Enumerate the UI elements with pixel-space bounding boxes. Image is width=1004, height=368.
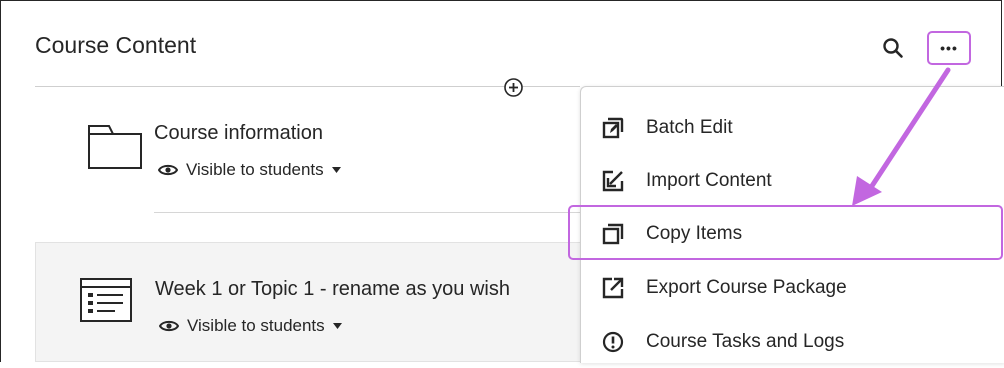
item-title[interactable]: Course information bbox=[154, 122, 323, 145]
more-options-menu: Batch Edit Import Content Copy Items Exp… bbox=[580, 86, 1004, 363]
more-options-button[interactable]: ••• bbox=[927, 31, 971, 65]
caret-down-icon bbox=[332, 323, 342, 329]
visibility-dropdown[interactable]: Visible to students bbox=[158, 160, 341, 180]
search-icon[interactable] bbox=[882, 37, 904, 59]
visibility-label: Visible to students bbox=[187, 316, 325, 335]
eye-icon bbox=[159, 320, 179, 332]
menu-item-import-content[interactable]: Import Content bbox=[581, 154, 1004, 207]
import-icon bbox=[602, 170, 624, 191]
alert-icon bbox=[602, 331, 624, 352]
batch-edit-icon bbox=[602, 117, 624, 138]
folder-icon bbox=[88, 125, 142, 169]
menu-item-label: Batch Edit bbox=[646, 116, 733, 138]
page-title: Course Content bbox=[35, 32, 197, 58]
export-icon bbox=[602, 277, 624, 298]
item-title[interactable]: Week 1 or Topic 1 - rename as you wish bbox=[155, 278, 510, 301]
content-item[interactable]: Week 1 or Topic 1 - rename as you wish V… bbox=[35, 242, 580, 362]
menu-item-batch-edit[interactable]: Batch Edit bbox=[581, 101, 1004, 154]
visibility-label: Visible to students bbox=[186, 160, 324, 179]
menu-item-export-course-package[interactable]: Export Course Package bbox=[581, 261, 1004, 314]
learning-module-icon bbox=[80, 278, 132, 322]
visibility-dropdown[interactable]: Visible to students bbox=[159, 316, 342, 336]
caret-down-icon bbox=[331, 167, 341, 173]
menu-item-course-tasks-and-logs[interactable]: Course Tasks and Logs bbox=[581, 315, 1004, 368]
more-options-label: ••• bbox=[940, 40, 958, 56]
menu-item-label: Copy Items bbox=[646, 222, 743, 244]
content-item[interactable]: Course information Visible to students bbox=[35, 88, 580, 228]
menu-item-label: Course Tasks and Logs bbox=[646, 330, 845, 352]
menu-item-copy-items[interactable]: Copy Items bbox=[581, 207, 1004, 260]
menu-item-label: Import Content bbox=[646, 169, 772, 191]
eye-icon bbox=[158, 164, 178, 176]
divider bbox=[35, 86, 580, 87]
divider bbox=[154, 212, 580, 213]
copy-icon bbox=[602, 223, 624, 244]
menu-item-label: Export Course Package bbox=[646, 276, 847, 298]
